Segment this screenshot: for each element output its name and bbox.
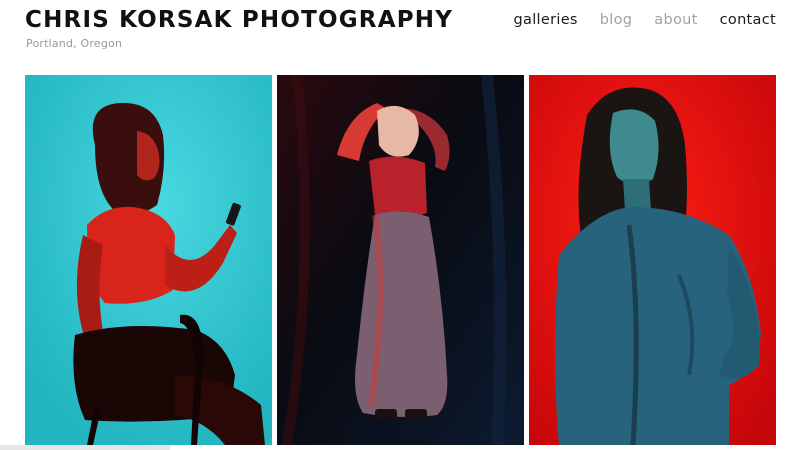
nav-contact[interactable]: contact xyxy=(720,12,776,28)
main-nav: galleries blog about contact xyxy=(514,12,776,28)
horizontal-scrollbar[interactable] xyxy=(0,445,170,450)
photo-seated-woman-image xyxy=(25,75,272,445)
photo-standing-woman-image xyxy=(277,75,524,445)
nav-galleries[interactable]: galleries xyxy=(514,12,578,28)
site-subtitle: Portland, Oregon xyxy=(26,37,123,50)
site-title[interactable]: CHRIS KORSAK PHOTOGRAPHY xyxy=(25,7,453,33)
gallery-photo-portrait-woman[interactable] xyxy=(529,75,776,445)
gallery-photo-seated-woman[interactable] xyxy=(25,75,272,445)
photo-gallery xyxy=(25,75,776,445)
photo-portrait-woman-image xyxy=(529,75,776,445)
nav-blog[interactable]: blog xyxy=(600,12,633,28)
page: CHRIS KORSAK PHOTOGRAPHY Portland, Orego… xyxy=(0,0,800,450)
gallery-photo-standing-woman[interactable] xyxy=(277,75,524,445)
nav-about[interactable]: about xyxy=(654,12,697,28)
